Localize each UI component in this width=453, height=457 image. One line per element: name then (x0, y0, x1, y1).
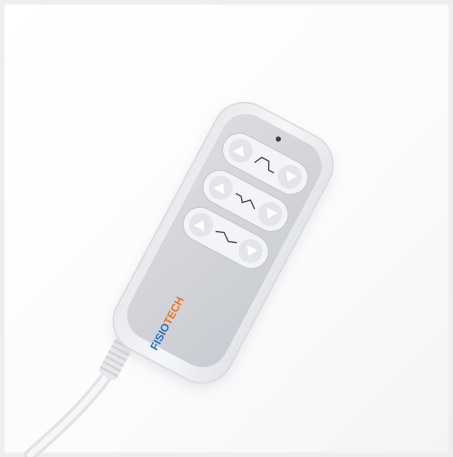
photo-frame: FISIOTECH (0, 0, 453, 457)
product-photo: FISIOTECH (0, 0, 453, 457)
